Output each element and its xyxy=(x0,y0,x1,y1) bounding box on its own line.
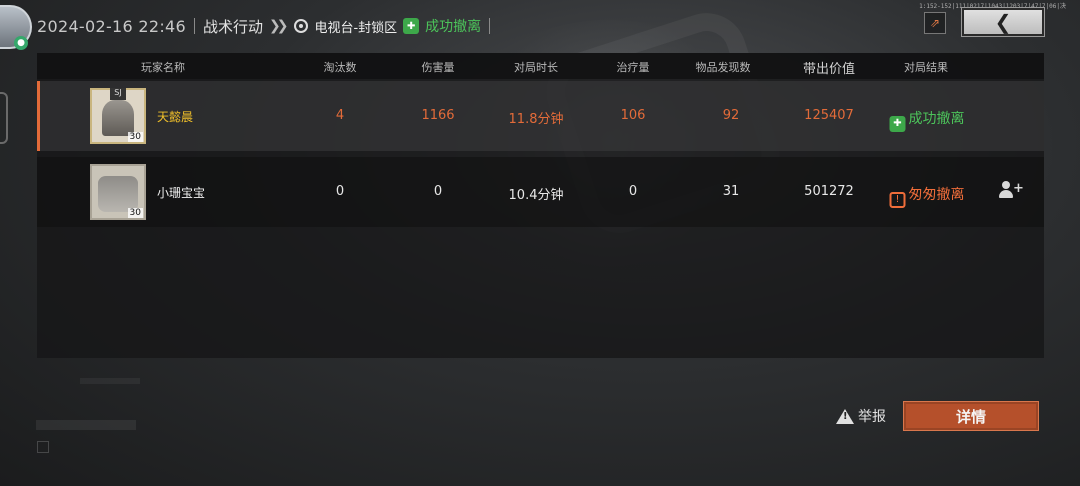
background-ghost-text xyxy=(80,378,140,384)
duration-value: 10.4分钟 xyxy=(508,188,564,203)
share-button[interactable]: ⇗ xyxy=(924,12,946,34)
add-friend-icon[interactable]: + xyxy=(999,181,1024,201)
game-mode: 战术行动 xyxy=(202,17,263,36)
portrait-figure xyxy=(98,176,138,212)
match-datetime: 2024-02-16 22:46 xyxy=(37,16,186,36)
healing-value: 106 xyxy=(620,108,646,123)
result-text: 匆匆撤离 xyxy=(908,187,965,203)
mic-icon: ● xyxy=(14,36,28,50)
col-player: 玩家名称 xyxy=(141,61,185,74)
divider xyxy=(193,18,195,34)
report-button[interactable]: 举报 xyxy=(836,406,886,426)
side-panel-tab[interactable] xyxy=(0,92,8,144)
col-result: 对局结果 xyxy=(904,61,948,74)
result-text: 成功撤离 xyxy=(908,111,965,127)
chevron-right-icon: ❯❯ xyxy=(269,18,289,34)
player-level: 30 xyxy=(127,132,143,142)
items-found-value: 31 xyxy=(722,184,740,199)
table-row[interactable]: 30 小珊宝宝 0 0 10.4分钟 0 31 501272 ! 匆匆撤离 + xyxy=(37,157,1044,227)
result-cell: ✚ 成功撤离 xyxy=(889,108,965,132)
result-cell: ! 匆匆撤离 xyxy=(889,184,965,208)
col-value: 带出价值 xyxy=(802,62,856,77)
col-healing: 治疗量 xyxy=(616,61,650,74)
map-location-icon xyxy=(294,19,309,33)
damage-value: 1166 xyxy=(421,108,455,123)
col-damage: 伤害量 xyxy=(421,61,455,74)
report-warning-icon xyxy=(836,408,854,424)
duration-value: 11.8分钟 xyxy=(508,112,564,127)
extract-success-icon: ✚ xyxy=(889,115,906,132)
value-value: 125407 xyxy=(804,108,854,123)
report-label: 举报 xyxy=(858,409,886,425)
back-arrow-icon: ❮ xyxy=(994,10,1012,34)
table-header: 玩家名称 淘汰数 伤害量 对局时长 治疗量 物品发现数 带出价值 对局结果 xyxy=(37,53,1044,79)
detail-button[interactable]: 详情 xyxy=(903,401,1039,431)
player-level: 30 xyxy=(127,208,143,218)
background-ghost-box xyxy=(37,441,49,453)
healing-value: 0 xyxy=(628,184,638,199)
detail-label: 详情 xyxy=(955,407,986,426)
table-row[interactable]: SJ 30 天懿晨 4 1166 11.8分钟 106 92 125407 ✚ 成… xyxy=(37,81,1044,151)
col-kills: 淘汰数 xyxy=(323,61,357,74)
player-name: 天懿晨 xyxy=(157,110,194,124)
add-friend-body xyxy=(999,190,1013,198)
col-items-found: 物品发现数 xyxy=(695,61,751,74)
warning-triangle-icon: ! xyxy=(889,191,906,208)
results-table: 玩家名称 淘汰数 伤害量 对局时长 治疗量 物品发现数 带出价值 对局结果 SJ… xyxy=(37,53,1044,358)
match-header: 2024-02-16 22:46 战术行动 ❯❯ 电视台-封锁区 ✚ 成功撤离 xyxy=(37,14,492,38)
rank-icon: SJ xyxy=(110,88,126,100)
damage-value: 0 xyxy=(433,184,443,199)
items-found-value: 92 xyxy=(722,108,740,123)
portrait-figure xyxy=(102,100,134,136)
back-button[interactable]: ❮ xyxy=(962,8,1044,36)
kills-value: 4 xyxy=(335,108,345,123)
extract-success-icon: ✚ xyxy=(403,18,420,34)
match-result: 成功撤离 xyxy=(425,19,482,35)
add-friend-head xyxy=(1002,181,1010,189)
value-value: 501272 xyxy=(804,184,854,199)
player-portrait[interactable]: SJ 30 xyxy=(90,88,146,144)
share-icon: ⇗ xyxy=(929,16,941,30)
player-portrait[interactable]: 30 xyxy=(90,164,146,220)
divider xyxy=(489,18,491,34)
add-friend-plus: + xyxy=(1013,181,1024,196)
kills-value: 0 xyxy=(335,184,345,199)
player-name: 小珊宝宝 xyxy=(157,186,206,200)
background-ghost-bar xyxy=(36,420,136,430)
col-duration: 对局时长 xyxy=(514,61,558,74)
map-name: 电视台-封锁区 xyxy=(314,20,398,36)
